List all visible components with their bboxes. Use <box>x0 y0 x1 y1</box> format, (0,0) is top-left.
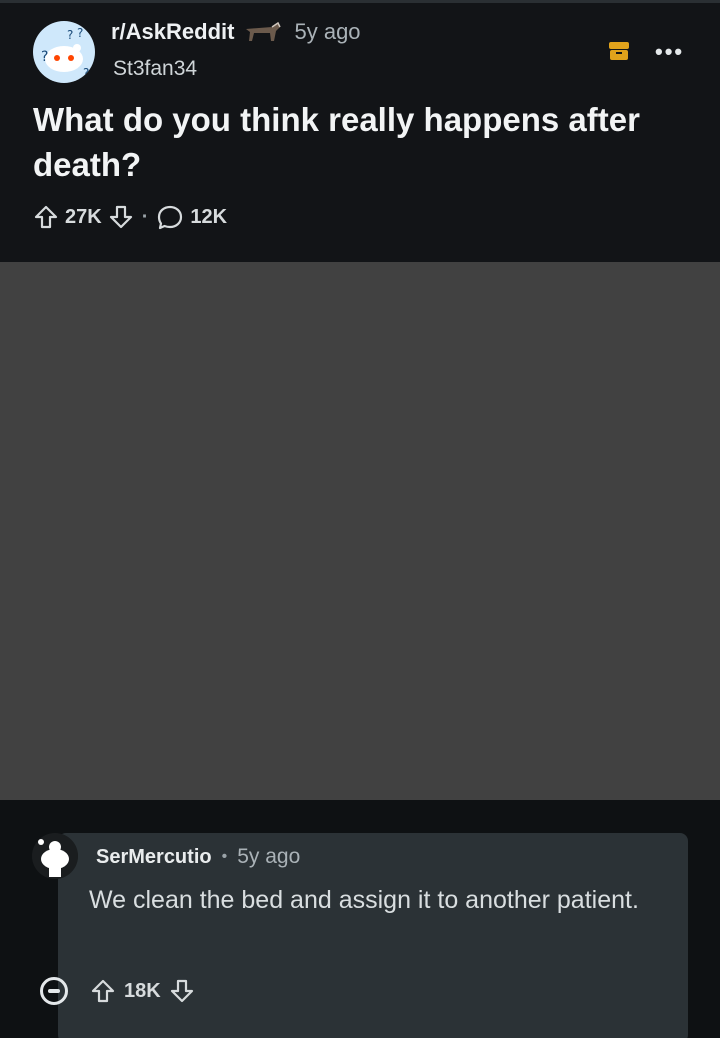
upvote-icon[interactable] <box>90 978 116 1004</box>
separator-dot: • <box>221 848 228 865</box>
comment-upvote-count: 18K <box>124 979 161 1002</box>
post-author[interactable]: St3fan34 <box>113 57 197 81</box>
subreddit-name[interactable]: r/AskReddit <box>111 19 234 45</box>
svg-text:?: ? <box>83 66 89 80</box>
post-time: 5y ago <box>294 19 361 44</box>
post-title[interactable]: What do you think really happens after d… <box>33 97 683 187</box>
comment-username[interactable]: SerMercutio <box>96 846 212 869</box>
subreddit-avatar[interactable]: ? ? ? ? <box>33 21 95 83</box>
comment-actions: 18K <box>40 977 195 1005</box>
downvote-icon[interactable] <box>169 978 195 1004</box>
collapse-icon[interactable] <box>40 977 68 1005</box>
commenter-avatar[interactable] <box>32 833 78 879</box>
comment-body: We clean the bed and assign it to anothe… <box>89 886 639 914</box>
upvote-icon[interactable] <box>33 204 59 230</box>
svg-text:?: ? <box>41 49 48 65</box>
svg-text:?: ? <box>67 28 73 42</box>
post-upvote-count: 27K <box>65 205 102 228</box>
post-header: ? ? ? ? r/AskReddit 5y ago St3fan34 ••• … <box>0 0 720 272</box>
downvote-icon[interactable] <box>108 204 134 230</box>
post-comment-count: 12K <box>190 205 228 228</box>
more-options-icon[interactable]: ••• <box>655 39 684 65</box>
archive-icon[interactable] <box>607 40 631 62</box>
comment-icon[interactable] <box>156 203 184 231</box>
redacted-post-content <box>0 262 720 800</box>
svg-text:?: ? <box>77 26 83 40</box>
horse-award-icon <box>246 21 282 41</box>
post-actions: 27K · 12K <box>33 203 227 231</box>
comment-time: 5y ago <box>237 845 301 868</box>
separator-dot: · <box>141 205 149 228</box>
